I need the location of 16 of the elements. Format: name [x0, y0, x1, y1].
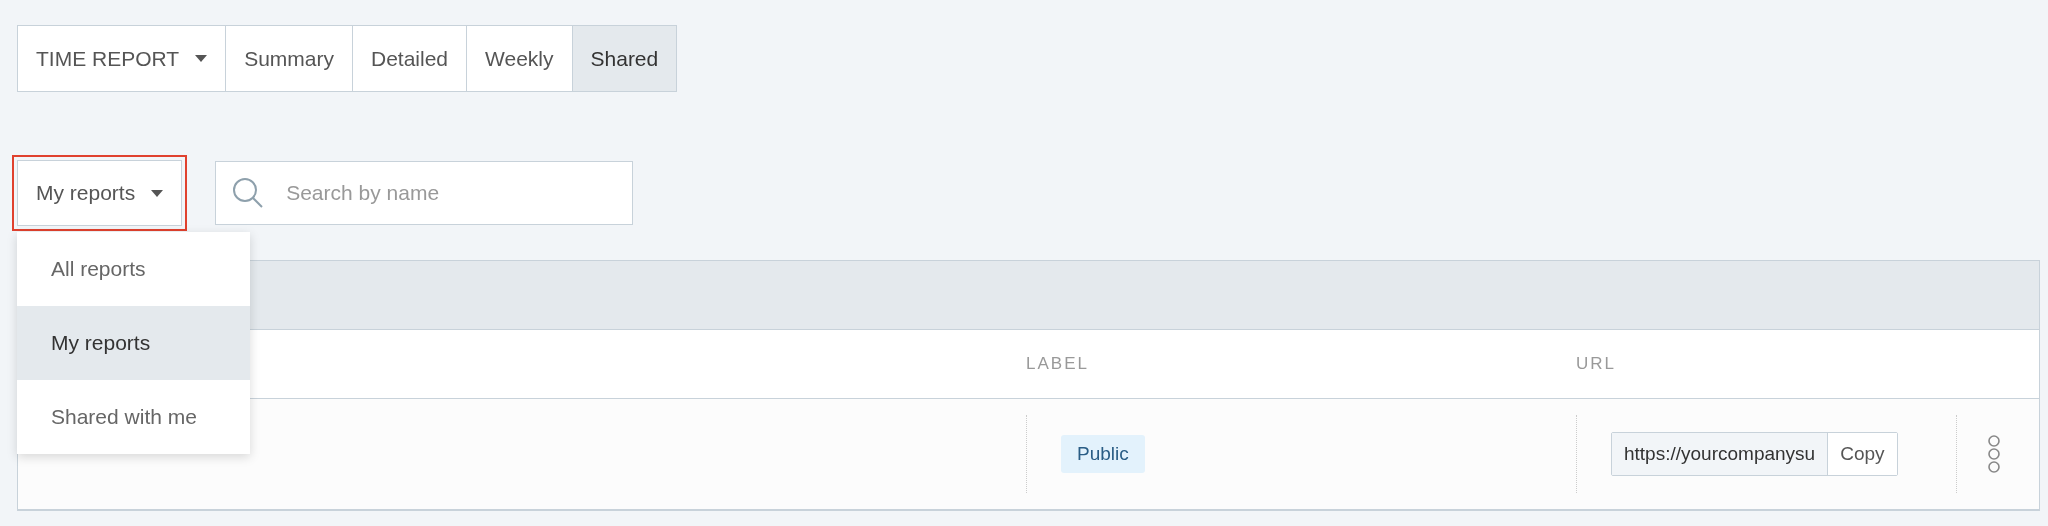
label-tag: Public: [1061, 435, 1145, 473]
column-header: URL: [1576, 354, 1616, 374]
tab[interactable]: Shared: [571, 25, 678, 92]
menu-item[interactable]: Shared with me: [17, 380, 250, 454]
column-header: LABEL: [1026, 354, 1089, 374]
report-filter-dropdown[interactable]: My reports: [17, 160, 183, 226]
caret-icon: [195, 55, 208, 62]
search-field[interactable]: Search by name: [215, 161, 634, 225]
menu-item[interactable]: My reports: [17, 306, 250, 380]
menu-item[interactable]: All reports: [17, 232, 250, 306]
tab[interactable]: Detailed: [352, 25, 468, 92]
caret-icon: [151, 189, 164, 197]
tab[interactable]: Weekly: [466, 25, 573, 92]
tab[interactable]: Summary: [225, 25, 353, 92]
more-options-icon[interactable]: [1987, 434, 2001, 474]
report-type-dropdown[interactable]: TIME REPORT: [17, 25, 227, 92]
